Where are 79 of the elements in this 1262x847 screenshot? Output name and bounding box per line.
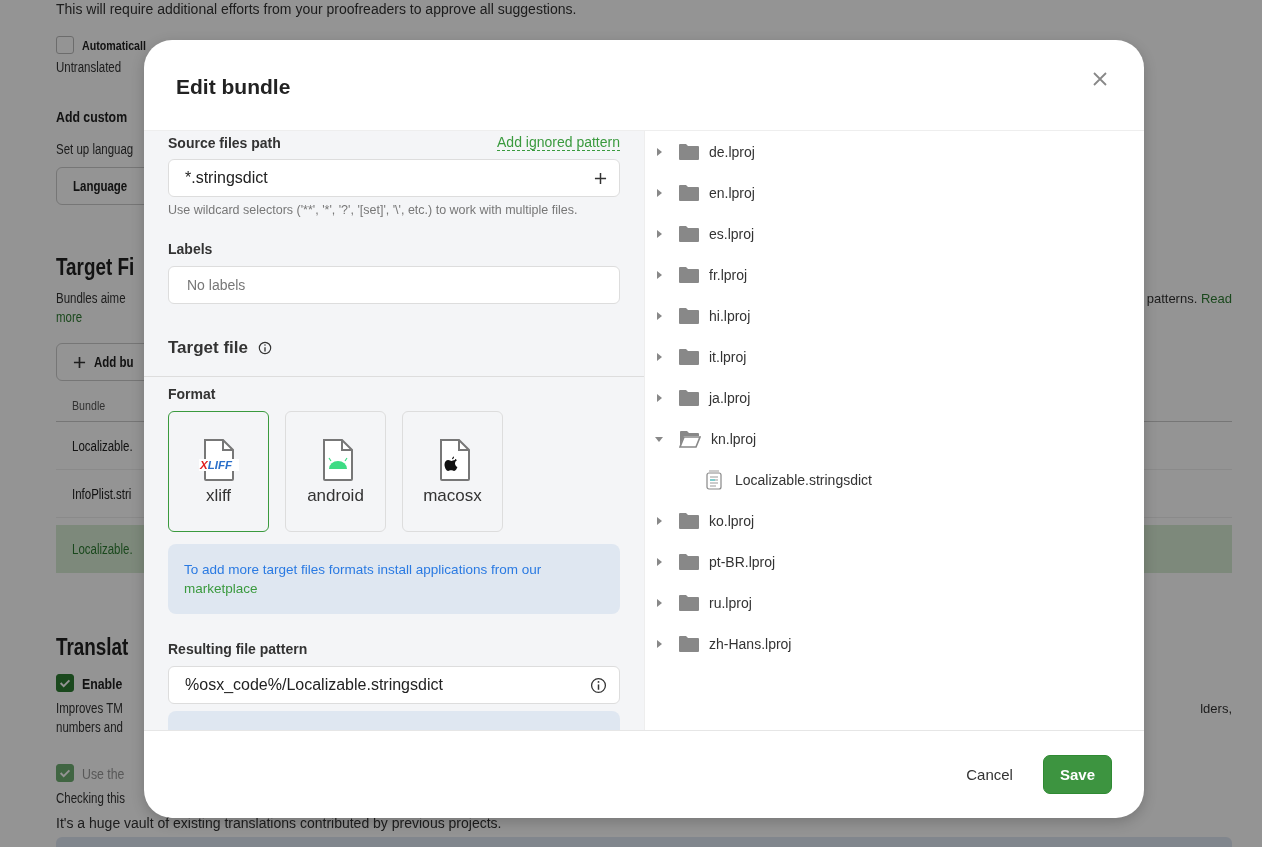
description-text: Improves TM — [56, 699, 123, 718]
caret-icon[interactable] — [655, 147, 663, 156]
tree-item[interactable]: ru.lproj — [655, 582, 1144, 623]
checkbox[interactable] — [56, 36, 74, 54]
format-option[interactable]: android — [285, 411, 386, 532]
folder-icon — [679, 553, 699, 570]
field-label: Format — [168, 386, 217, 402]
plus-icon — [73, 355, 86, 369]
caret-icon[interactable] — [655, 598, 663, 607]
field-label: Source files path — [168, 135, 281, 151]
checkbox-label: Enable — [82, 674, 123, 692]
tree-item[interactable]: de.lproj — [655, 131, 1144, 172]
close-icon[interactable] — [1092, 71, 1108, 87]
format-option[interactable]: XLIFF xliff — [168, 411, 269, 532]
caret-icon[interactable] — [655, 188, 663, 197]
tree-item[interactable]: hi.lproj — [655, 295, 1144, 336]
caret-icon[interactable] — [655, 393, 663, 402]
tree-item[interactable]: pt-BR.lproj — [655, 541, 1144, 582]
description-text: patterns. — [1146, 291, 1198, 306]
tree-item[interactable]: Localizable.stringsdict — [655, 459, 1144, 500]
tree-item[interactable]: kn.lproj — [655, 418, 1144, 459]
info-icon[interactable] — [258, 341, 272, 355]
field-label: Resulting file pattern — [168, 641, 309, 657]
open-folder-icon — [679, 429, 701, 448]
description-text: Bundles aime — [56, 289, 126, 308]
field-label: Labels — [168, 241, 214, 257]
folder-icon — [679, 266, 699, 283]
folder-icon — [679, 225, 699, 242]
format-option[interactable]: macosx — [402, 411, 503, 532]
tree-item[interactable]: es.lproj — [655, 213, 1144, 254]
info-text: To add more target files formats install applications from our — [184, 562, 542, 577]
checkbox[interactable] — [56, 674, 74, 692]
caret-icon[interactable] — [655, 434, 663, 443]
tree-item[interactable]: en.lproj — [655, 172, 1144, 213]
read-more-link[interactable]: Read — [1200, 291, 1232, 306]
source-path-field[interactable]: *.stringsdict — [168, 159, 620, 197]
plus-icon[interactable] — [594, 171, 607, 185]
folder-icon — [679, 307, 699, 324]
caret-icon[interactable] — [655, 311, 663, 320]
tree-item[interactable]: ja.lproj — [655, 377, 1144, 418]
folder-icon — [679, 512, 699, 529]
folder-icon — [679, 184, 699, 201]
tree-item[interactable]: fr.lproj — [655, 254, 1144, 295]
column-header: Bundle — [72, 398, 106, 413]
file-icon — [705, 469, 723, 490]
description-text: lders, — [1200, 700, 1232, 718]
checkbox-label: Automaticall — [82, 37, 146, 53]
description-text: numbers and — [56, 718, 123, 737]
section-subheading: Add custom — [56, 107, 128, 126]
labels-field[interactable]: No labels — [168, 266, 620, 304]
folder-icon — [679, 348, 699, 365]
description-text: This will require additional efforts from your proofreaders to approve all suggestions. — [56, 0, 577, 19]
checkbox-label: Use the — [82, 764, 125, 782]
read-more-link[interactable]: more — [56, 309, 83, 325]
hint-text: Use wildcard selectors ('**', '*', '?', '[set]', '\', etc.) to work with multiple files. — [168, 203, 579, 217]
description-text: Set up languag — [56, 140, 134, 159]
folder-icon — [679, 389, 699, 406]
description-text: Checking this — [56, 789, 125, 808]
caret-icon[interactable] — [655, 516, 663, 525]
folder-icon — [679, 635, 699, 652]
caret-icon[interactable] — [655, 639, 663, 648]
save-button[interactable]: Save — [1042, 755, 1112, 794]
tree-item[interactable]: it.lproj — [655, 336, 1144, 377]
description-text: Untranslated — [56, 58, 122, 77]
folder-icon — [679, 143, 699, 160]
caret-icon[interactable] — [655, 557, 663, 566]
info-icon[interactable] — [590, 676, 607, 694]
section-heading: Target Fi — [56, 253, 135, 281]
tree-item[interactable]: ko.lproj — [655, 500, 1144, 541]
file-pattern-field[interactable]: %osx_code%/Localizable.stringsdict — [168, 666, 620, 704]
cancel-button[interactable]: Cancel — [962, 758, 1017, 791]
dialog-title: Edit bundle — [176, 75, 291, 99]
caret-icon[interactable] — [655, 352, 663, 361]
section-heading: Translat — [56, 633, 129, 661]
caret-icon[interactable] — [655, 229, 663, 238]
description-text: It's a huge vault of existing translations contributed by previous projects. — [56, 814, 502, 833]
tree-item[interactable]: zh-Hans.lproj — [655, 623, 1144, 664]
folder-icon — [679, 594, 699, 611]
caret-icon[interactable] — [655, 270, 663, 279]
